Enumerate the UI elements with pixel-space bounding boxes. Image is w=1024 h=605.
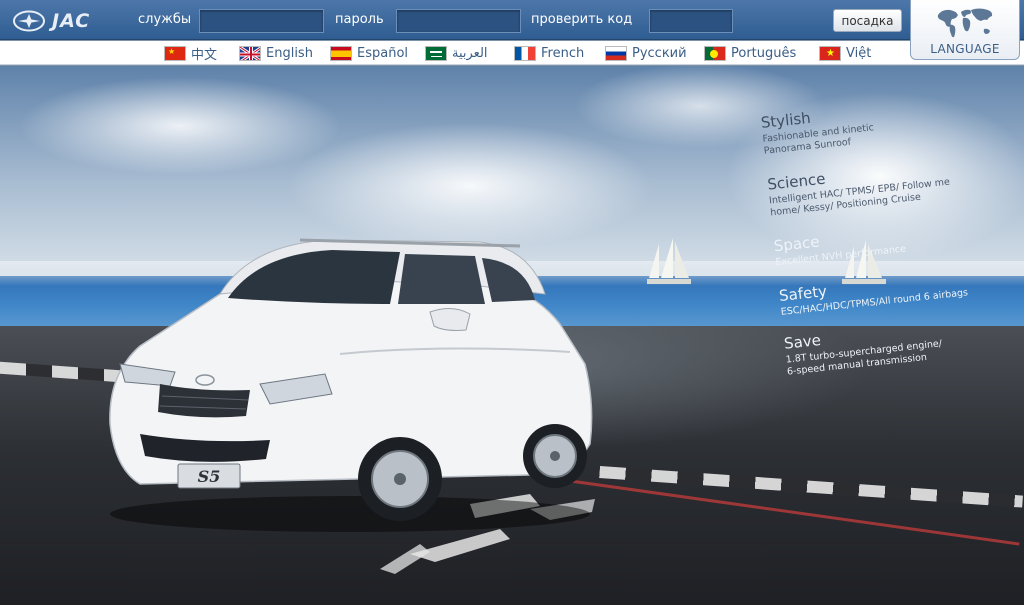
feature-science[interactable]: Science Intelligent HAC/ TPMS/ EPB/ Foll… [766,151,1009,220]
lang-item-vietnamese[interactable]: ★ Việt [819,43,871,63]
lang-item-arabic[interactable]: العربية [425,43,488,63]
lang-item-chinese[interactable]: ★ 中文 [164,43,217,63]
fr-flag-icon [514,45,536,61]
lang-item-french[interactable]: French [514,43,584,63]
lang-item-english[interactable]: English [239,43,313,63]
captcha-label: проверить код [531,12,633,27]
service-input[interactable] [199,9,324,33]
language-button[interactable]: LANGUAGE [910,0,1020,60]
lang-label: Русский [632,45,687,61]
jac-emblem-icon [13,10,45,32]
top-bar: JAC службы пароль проверить код посадка [0,0,1024,40]
lang-label: Español [357,45,409,61]
password-label: пароль [335,12,384,27]
sailboat-icon [647,238,691,284]
lang-item-spanish[interactable]: Español [330,43,408,63]
pt-flag-icon [704,45,726,61]
sa-flag-icon [425,45,447,61]
login-button[interactable]: посадка [833,9,902,32]
feature-safety[interactable]: Safety ESC/HAC/HDC/TPMS/All round 6 airb… [778,262,1020,319]
lang-label: العربية [452,45,488,61]
vn-flag-icon: ★ [819,45,841,61]
cn-flag-icon: ★ [164,45,186,61]
es-flag-icon [330,45,352,61]
feature-list: Stylish Fashionable and kinetic Panorama… [760,89,1024,412]
feature-space[interactable]: Space Excellent NVH performance [773,212,1015,269]
lang-label: 中文 [191,47,218,63]
lang-label: English [266,45,313,61]
language-bar: ★ 中文 English Español العربية French Русс… [0,41,1024,65]
password-input[interactable] [396,9,521,33]
ru-flag-icon [605,45,627,61]
lang-label: Português [731,45,797,61]
uk-flag-icon [239,45,261,61]
lang-label: Việt [846,45,872,61]
language-label: LANGUAGE [930,42,1000,56]
lang-item-portuguese[interactable]: Português [704,43,796,63]
jac-s5-car-image: S5 [109,238,593,532]
jac-logo[interactable]: JAC [12,9,90,33]
brand-name: JAC [52,10,91,32]
feature-save[interactable]: Save 1.8T turbo-supercharged engine/ 6-s… [783,310,1024,379]
lang-item-russian[interactable]: Русский [605,43,687,63]
captcha-input[interactable] [649,9,733,33]
service-label: службы [138,12,192,27]
model-badge: S5 [198,467,221,486]
hero-banner[interactable]: S5 Stylish Fashionable and kinetic Panor… [0,66,1024,605]
lang-label: French [541,45,585,61]
world-map-icon [937,8,993,38]
